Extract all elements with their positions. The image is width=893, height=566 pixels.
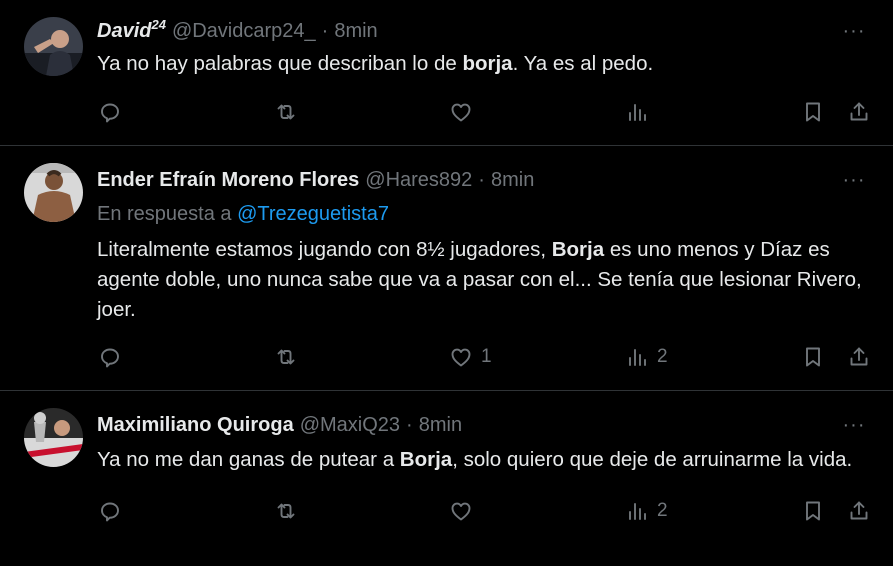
avatar[interactable] [24, 17, 83, 76]
retweet-button[interactable] [274, 97, 298, 127]
tweet-text: Ya no hay palabras que describan lo de b… [97, 49, 869, 79]
more-icon[interactable]: ··· [839, 410, 869, 440]
more-icon[interactable]: ··· [839, 16, 869, 46]
like-count: 1 [481, 346, 492, 367]
reply-context: En respuesta a @Trezeguetista7 [97, 199, 869, 229]
bookmark-button[interactable] [801, 496, 825, 526]
share-button[interactable] [847, 97, 871, 127]
avatar[interactable] [24, 163, 83, 222]
user-handle[interactable]: @MaxiQ23 [300, 410, 400, 440]
highlighted-text: borja [462, 52, 513, 75]
display-name[interactable]: David24 [97, 16, 166, 46]
user-handle[interactable]: @Davidcarp24_ [172, 16, 316, 46]
view-count: 2 [657, 346, 668, 367]
reply-to-link[interactable]: @Trezeguetista7 [237, 203, 389, 225]
action-bar: 12 [0, 342, 893, 372]
views-button[interactable]: 2 [625, 496, 668, 526]
like-button[interactable] [449, 97, 473, 127]
highlighted-text: Borja [399, 448, 453, 471]
like-button[interactable]: 1 [449, 342, 492, 372]
reply-button[interactable] [98, 97, 122, 127]
share-button[interactable] [847, 342, 871, 372]
text-run: Ya no me dan ganas de putear a [97, 448, 400, 471]
bookmark-icon [806, 347, 820, 367]
like-button[interactable] [449, 496, 473, 526]
timestamp[interactable]: 8min [334, 16, 377, 46]
like-icon [451, 348, 471, 367]
tweet[interactable]: Maximiliano Quiroga @MaxiQ23 · 8min Ya n… [0, 391, 893, 566]
separator-dot: · [478, 169, 485, 191]
reply-prefix: En respuesta a [97, 203, 238, 225]
bookmark-button[interactable] [801, 342, 825, 372]
reply-button[interactable] [98, 496, 122, 526]
bookmark-icon [806, 102, 820, 122]
user-handle[interactable]: @Hares892 [365, 165, 472, 195]
text-run: Literalmente estamos jugando con 8½ juga… [97, 238, 552, 261]
retweet-icon [277, 503, 295, 519]
share-icon [850, 347, 868, 366]
reply-icon [101, 502, 119, 522]
views-button[interactable]: 2 [625, 342, 668, 372]
reply-icon [101, 348, 119, 368]
avatar[interactable] [24, 408, 83, 467]
highlighted-text: Borja [551, 238, 605, 261]
display-name[interactable]: Maximiliano Quiroga [97, 410, 294, 440]
views-icon [629, 104, 646, 121]
bookmark-button[interactable] [801, 97, 825, 127]
share-icon [850, 501, 868, 520]
text-run: Ya no hay palabras que describan lo de [97, 52, 463, 75]
separator-dot: · [406, 414, 413, 436]
display-name[interactable]: Ender Efraín Moreno Flores [97, 165, 359, 195]
tweet[interactable]: David24 @Davidcarp24_ · 8min Ya no hay p… [0, 0, 893, 146]
more-icon[interactable]: ··· [839, 165, 869, 195]
timestamp[interactable]: 8min [419, 410, 462, 440]
share-icon [850, 102, 868, 121]
action-bar: 2 [0, 496, 893, 526]
views-button[interactable] [625, 97, 649, 127]
views-icon [629, 503, 646, 520]
text-run: , solo quiero que deje de arruinarme la … [452, 448, 853, 471]
reply-icon [101, 103, 119, 123]
like-icon [451, 103, 471, 122]
retweet-button[interactable] [274, 496, 298, 526]
action-bar [0, 97, 893, 127]
timestamp[interactable]: 8min [491, 165, 534, 195]
tweet-text: Literalmente estamos jugando con 8½ juga… [97, 235, 869, 325]
share-button[interactable] [847, 496, 871, 526]
retweet-icon [277, 349, 295, 365]
tweet-text: Ya no me dan ganas de putear a Borja, so… [97, 445, 869, 475]
bookmark-icon [806, 501, 820, 521]
retweet-icon [277, 104, 295, 120]
views-icon [629, 349, 646, 366]
like-icon [451, 502, 471, 521]
retweet-button[interactable] [274, 342, 298, 372]
reply-button[interactable] [98, 342, 122, 372]
view-count: 2 [657, 500, 668, 521]
text-run: . Ya es al pedo. [512, 52, 654, 75]
separator-dot: · [321, 20, 329, 42]
tweet[interactable]: Ender Efraín Moreno Flores @Hares892 · 8… [0, 146, 893, 391]
